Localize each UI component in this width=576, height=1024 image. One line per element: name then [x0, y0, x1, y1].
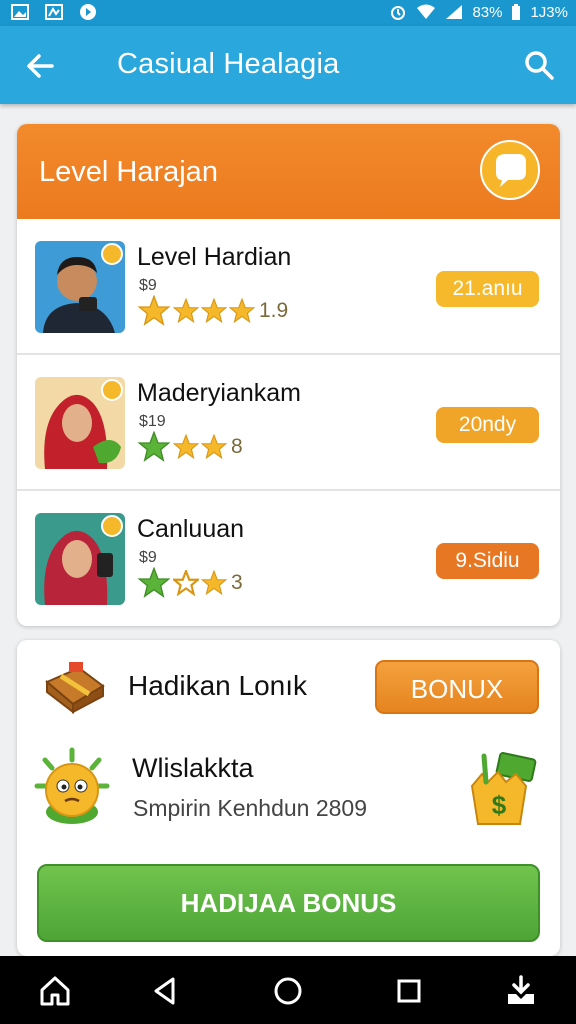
chat-bubble-icon[interactable]	[478, 140, 542, 204]
alarm-icon	[391, 6, 406, 20]
app-bar: Casiual Healagia	[0, 26, 576, 104]
item-price: $9	[139, 549, 157, 566]
bonus-card-title: Hadikan Lonık	[128, 670, 308, 701]
coin-badge-icon	[101, 243, 123, 265]
rating-count: 1.9	[259, 299, 289, 322]
level-card: Level Harajan Level Hardian $9 1.9 21.an…	[17, 124, 560, 626]
battery-text: 1J3%	[530, 3, 568, 21]
download-icon[interactable]	[504, 974, 538, 1008]
avatar	[35, 241, 125, 333]
svg-text:$: $	[492, 790, 507, 820]
list-item[interactable]: Maderyiankam $19 8 20ndy	[17, 355, 560, 491]
level-card-title: Level Harajan	[39, 156, 218, 188]
image-icon	[11, 4, 29, 20]
money-bag-icon: $	[470, 752, 537, 825]
bonus-description: Smpirin Kenhdun 2809	[133, 795, 367, 821]
star-icon	[201, 298, 227, 324]
status-pill[interactable]: 9.Sidiu	[436, 543, 539, 579]
status-pill[interactable]: 20ndy	[436, 407, 539, 443]
star-icon	[173, 298, 199, 324]
item-name: Maderyiankam	[137, 379, 301, 407]
signal-text: 83%	[472, 3, 503, 21]
signal-icon	[446, 5, 463, 19]
star-icon	[201, 570, 227, 596]
level-card-header: Level Harajan	[17, 124, 560, 219]
treasure-chest-icon	[45, 662, 105, 715]
battery-icon	[512, 4, 521, 20]
star-icon	[173, 434, 199, 460]
item-price: $19	[139, 413, 166, 430]
avatar	[35, 377, 125, 469]
list-item[interactable]: Level Hardian $9 1.9 21.anıu	[17, 219, 560, 355]
star-badge-icon	[101, 515, 123, 537]
coin-badge-icon	[101, 379, 123, 401]
app-title: Casiual Healagia	[117, 48, 340, 80]
item-name: Level Hardian	[137, 243, 292, 271]
star-icon	[229, 298, 255, 324]
star-icon	[173, 570, 199, 596]
status-bar: 83% 1J3%	[0, 0, 576, 26]
star-rating: 3	[137, 567, 243, 599]
system-nav-bar	[0, 956, 576, 1024]
list-item[interactable]: Canluuan $9 3 9.Sidiu	[17, 491, 560, 626]
status-pill[interactable]: 21.anıu	[436, 271, 539, 307]
star-icon	[201, 434, 227, 460]
mascot-icon	[34, 747, 110, 824]
wifi-icon	[417, 4, 436, 19]
rating-count: 8	[231, 435, 243, 458]
arrow-left-icon[interactable]	[22, 48, 58, 84]
avatar	[35, 513, 125, 605]
star-icon	[137, 295, 171, 326]
star-rating: 1.9	[137, 295, 288, 327]
star-icon	[137, 567, 171, 598]
star-rating: 8	[137, 431, 243, 463]
recents-square-icon[interactable]	[392, 974, 426, 1008]
search-icon[interactable]	[522, 48, 556, 82]
circle-app-icon	[80, 4, 96, 20]
item-name: Canluuan	[137, 515, 245, 543]
item-price: $9	[139, 277, 157, 294]
bonus-button[interactable]: BONUX	[375, 660, 539, 714]
bonus-subtitle: Wlislakkta	[132, 753, 254, 783]
home-circle-icon[interactable]	[271, 974, 305, 1008]
star-icon	[137, 431, 171, 462]
bonus-card: Hadikan Lonık BONUX Wlislakkta Smpirin K…	[17, 640, 560, 956]
claim-bonus-button[interactable]: HADIJAA BONUS	[37, 864, 540, 942]
rating-count: 3	[231, 571, 243, 594]
back-triangle-icon[interactable]	[148, 974, 182, 1008]
chart-icon	[45, 4, 63, 20]
home-icon[interactable]	[38, 974, 72, 1008]
